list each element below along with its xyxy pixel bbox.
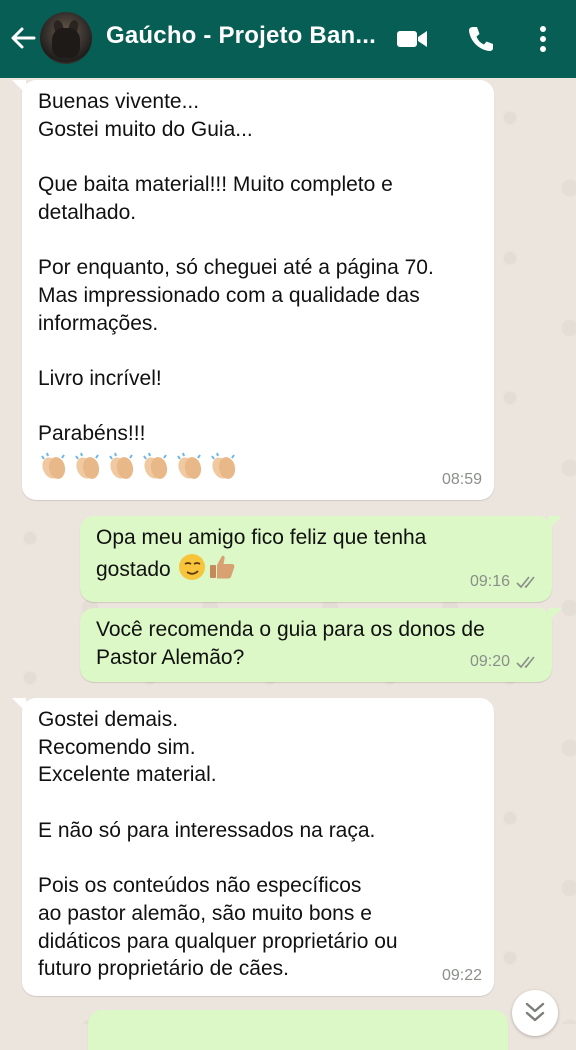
message-text: Opa meu amigo fico feliz que tenha gosta…	[96, 526, 427, 581]
read-receipt-ticks-icon	[516, 656, 535, 669]
message-time: 09:22	[441, 967, 482, 985]
clapping-hands-icon	[109, 452, 134, 479]
chat-header: Gaúcho - Projeto Ban...	[0, 0, 576, 78]
message-bubble-incoming[interactable]: Gostei demais. Recomendo sim. Excelente …	[12, 698, 494, 996]
message-bubble-outgoing-partial	[88, 1010, 508, 1050]
message-meta: 08:59	[442, 466, 482, 494]
phone-icon[interactable]	[466, 24, 496, 54]
message-bubble-outgoing[interactable]: Você recomenda o guia para os donos de P…	[80, 608, 562, 682]
message-bubble-incoming[interactable]: Buenas vivente... Gostei muito do Guia..…	[12, 80, 494, 500]
message-time: 09:20	[469, 653, 510, 671]
message-meta: 09:22	[442, 962, 482, 990]
smirk-face-icon	[178, 553, 205, 580]
chat-title[interactable]: Gaúcho - Projeto Ban...	[106, 22, 382, 50]
double-chevron-down-icon	[525, 1002, 545, 1022]
message-bubble-outgoing[interactable]: Opa meu amigo fico feliz que tenha gosta…	[80, 516, 562, 602]
message-text: Você recomenda o guia para os donos de P…	[96, 618, 485, 669]
message-meta: 09:16	[470, 568, 540, 596]
contact-avatar[interactable]	[40, 12, 92, 64]
clapping-hands-icon	[143, 452, 168, 479]
scroll-to-bottom-button[interactable]	[512, 990, 558, 1036]
clapping-hands-emoji-row	[38, 450, 434, 482]
message-text: Gostei demais. Recomendo sim. Excelente …	[38, 708, 398, 981]
message-text: Buenas vivente... Gostei muito do Guia..…	[38, 88, 434, 482]
clapping-hands-icon	[211, 452, 236, 479]
more-vert-icon[interactable]	[530, 24, 556, 54]
thumbs-up-icon	[209, 555, 234, 579]
message-time: 09:16	[469, 573, 510, 591]
message-meta: 09:20	[470, 648, 540, 676]
read-receipt-ticks-icon	[516, 576, 535, 589]
clapping-hands-icon	[75, 452, 100, 479]
clapping-hands-icon	[41, 452, 66, 479]
back-arrow-icon[interactable]	[8, 22, 38, 54]
video-call-icon[interactable]	[396, 24, 428, 54]
clapping-hands-icon	[177, 452, 202, 479]
message-time: 08:59	[441, 471, 482, 489]
